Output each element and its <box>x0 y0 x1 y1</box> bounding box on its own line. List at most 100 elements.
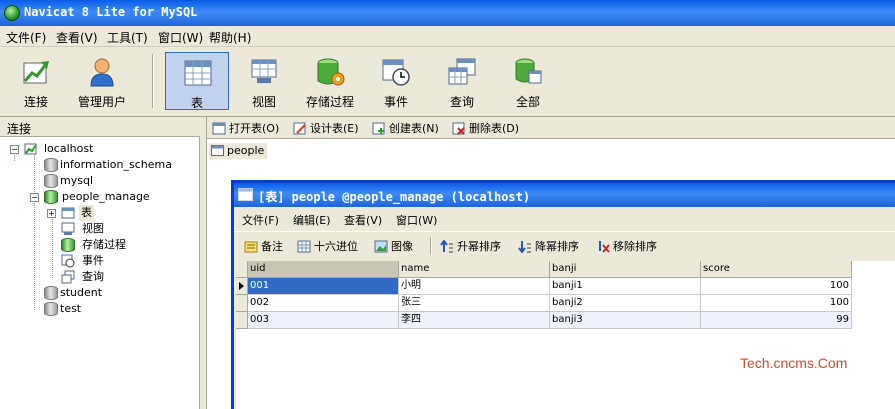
connection-panel: 连接 − localhost information_schema mysql … <box>0 117 200 409</box>
connect-icon <box>23 61 49 84</box>
create-table-icon <box>372 122 385 135</box>
database-icon <box>44 286 58 300</box>
collapse-icon[interactable]: − <box>10 145 19 154</box>
tw-menu-edit[interactable]: 编辑(E) <box>293 212 331 228</box>
tw-menu-view[interactable]: 查看(V) <box>344 212 382 228</box>
grid-cell[interactable]: banji1 <box>550 278 701 295</box>
grid-cell[interactable]: 001 <box>248 278 399 295</box>
event-icon <box>61 254 75 268</box>
tree-node-student[interactable]: student <box>42 285 198 301</box>
column-header-banji[interactable]: banji <box>550 261 701 278</box>
sort-descending-button[interactable]: 降幂排序 <box>518 238 579 254</box>
column-header-name[interactable]: name <box>399 261 550 278</box>
tree-node-views[interactable]: 视图 <box>60 221 196 237</box>
title-bar: Navicat 8 Lite for MySQL <box>0 0 895 26</box>
hex-button[interactable]: 十六进位 <box>297 238 358 254</box>
row-indicator-current[interactable] <box>236 278 248 295</box>
expand-icon[interactable]: + <box>47 209 56 218</box>
window-title: Navicat 8 Lite for MySQL <box>24 5 198 19</box>
tree-node-tables[interactable]: + 表 <box>46 205 196 221</box>
sort-ascending-button[interactable]: 升幂排序 <box>440 238 501 254</box>
table-window-title-bar[interactable]: [表] people @people_manage (localhost) <box>234 183 895 207</box>
toolbar-all-button[interactable]: 全部 <box>496 52 560 110</box>
grid-cell[interactable]: 100 <box>701 295 852 312</box>
tree-node-localhost[interactable]: − localhost <box>8 141 198 157</box>
collapse-icon[interactable]: − <box>30 193 39 202</box>
column-header-score[interactable]: score <box>701 261 852 278</box>
menu-help[interactable]: 帮助(H) <box>209 29 251 46</box>
grid-cell[interactable]: 张三 <box>399 295 550 312</box>
row-indicator[interactable] <box>236 295 248 312</box>
toolbar-table-button[interactable]: 表 <box>165 52 229 110</box>
tree-line <box>52 215 53 278</box>
toolbar-connect-button[interactable]: 连接 <box>4 52 68 110</box>
current-row-arrow-icon <box>239 282 244 290</box>
image-icon <box>374 240 388 253</box>
tree-node-mysql[interactable]: mysql <box>42 173 198 189</box>
table-icon <box>211 145 224 156</box>
grid-cell[interactable]: 002 <box>248 295 399 312</box>
grid-cell[interactable]: 99 <box>701 312 852 329</box>
tree-node-information-schema[interactable]: information_schema <box>42 157 198 173</box>
create-table-button[interactable]: 创建表(N) <box>372 120 439 136</box>
design-table-button[interactable]: 设计表(E) <box>293 120 359 136</box>
toolbar-view-button[interactable]: 视图 <box>232 52 296 110</box>
grid-cell[interactable]: banji3 <box>550 312 701 329</box>
column-header-uid[interactable]: uid <box>248 261 399 278</box>
toolbar-query-button[interactable]: 查询 <box>430 52 494 110</box>
grid-corner <box>236 261 248 278</box>
grid-cell[interactable]: 李四 <box>399 312 550 329</box>
menu-file[interactable]: 文件(F) <box>6 29 46 46</box>
remove-sort-button[interactable]: 移除排序 <box>596 238 657 254</box>
connection-icon <box>24 143 37 155</box>
all-icon <box>515 58 542 84</box>
grid-cell[interactable]: banji2 <box>550 295 701 312</box>
menu-view[interactable]: 查看(V) <box>56 29 98 46</box>
delete-table-button[interactable]: 删除表(D) <box>452 120 519 136</box>
watermark-text: Tech.cncms.Com <box>740 355 848 371</box>
row-indicator[interactable] <box>236 312 248 329</box>
toolbar-event-button[interactable]: 事件 <box>364 52 428 110</box>
remove-sort-icon <box>599 241 610 253</box>
grid-cell[interactable]: 小明 <box>399 278 550 295</box>
tree-node-procedures[interactable]: 存储过程 <box>60 237 196 253</box>
menu-tools[interactable]: 工具(T) <box>107 29 148 46</box>
view-icon <box>251 59 277 83</box>
view-icon <box>61 222 75 235</box>
procedure-icon <box>61 238 75 252</box>
image-button[interactable]: 图像 <box>374 238 413 254</box>
table-item-people[interactable]: people <box>209 143 268 159</box>
tree-node-test[interactable]: test <box>42 301 198 317</box>
memo-button[interactable]: 备注 <box>244 238 283 254</box>
tree-node-queries[interactable]: 查询 <box>60 269 196 285</box>
grid-cell[interactable]: 100 <box>701 278 852 295</box>
table-icon <box>61 207 75 219</box>
tw-menu-file[interactable]: 文件(F) <box>242 212 279 228</box>
table-window-toolbar: 备注 十六进位 图像 升幂排序 降幂排序 移除排序 <box>234 231 895 257</box>
tw-menu-window[interactable]: 窗口(W) <box>396 212 437 228</box>
toolbar-separator <box>430 237 432 255</box>
open-table-icon <box>212 122 226 135</box>
open-table-button[interactable]: 打开表(O) <box>212 120 279 136</box>
user-icon <box>90 58 114 87</box>
tree-node-events[interactable]: 事件 <box>60 253 196 269</box>
toolbar-procedure-button[interactable]: 存储过程 <box>298 52 362 110</box>
tree-node-people-manage[interactable]: − people_manage <box>28 189 198 205</box>
toolbar-separator <box>152 54 154 108</box>
grid-cell[interactable]: 003 <box>248 312 399 329</box>
table-window-menu: 文件(F) 编辑(E) 查看(V) 窗口(W) <box>234 207 895 229</box>
objects-toolbar: 打开表(O) 设计表(E) 创建表(N) 删除表(D) <box>207 117 895 139</box>
memo-icon <box>244 241 258 253</box>
data-grid: uid name banji score 001 小明 banji1 100 0… <box>236 261 895 409</box>
database-open-icon <box>44 190 58 204</box>
hex-grid-icon <box>297 240 311 253</box>
procedure-icon <box>317 58 345 86</box>
toolbar-manage-users-button[interactable]: 管理用户 <box>70 52 134 110</box>
table-data-window: [表] people @people_manage (localhost) 文件… <box>231 180 895 409</box>
navicat-app-icon <box>4 5 20 21</box>
event-icon <box>382 59 410 86</box>
main-toolbar: 连接 管理用户 表 视图 存储过程 事件 查询 全部 <box>0 47 895 117</box>
query-icon <box>61 270 75 284</box>
menu-window[interactable]: 窗口(W) <box>158 29 203 46</box>
menu-bar: 文件(F) 查看(V) 工具(T) 窗口(W) 帮助(H) <box>0 26 895 47</box>
